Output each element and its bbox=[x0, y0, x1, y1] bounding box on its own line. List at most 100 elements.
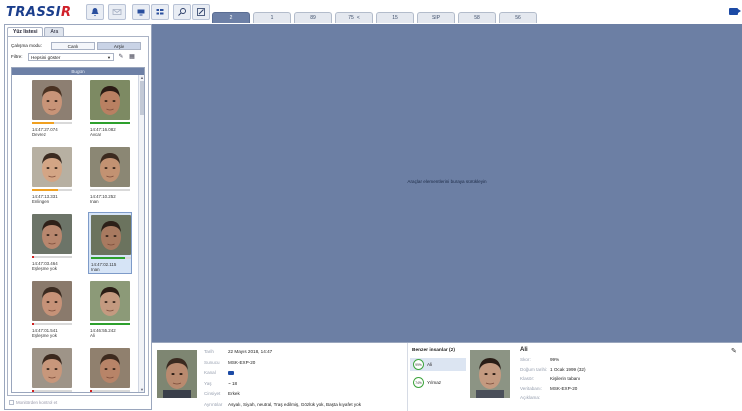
mode-row: Çalışma modu: Canlı Arşiv bbox=[11, 42, 145, 50]
match-score-bar bbox=[90, 189, 130, 191]
tab-label: 2 bbox=[229, 15, 233, 21]
person-name: Ali bbox=[520, 347, 528, 353]
similar-person-item[interactable]: 99% Ali bbox=[410, 358, 466, 371]
detail-label: Kanal bbox=[204, 370, 216, 375]
layout-icon bbox=[156, 9, 164, 15]
detail-label: Ayrıntılar bbox=[204, 401, 223, 407]
match-score-bar bbox=[32, 323, 72, 325]
match-score-bar bbox=[32, 189, 72, 191]
detected-face-thumbnail bbox=[157, 350, 197, 398]
face-name: Eşleşme yok bbox=[32, 333, 57, 338]
tab-channel-6[interactable]: 58 bbox=[458, 12, 496, 23]
search-button[interactable] bbox=[173, 4, 191, 20]
edit-button[interactable] bbox=[192, 4, 210, 20]
similar-person-item[interactable]: 74% Yılmaz bbox=[410, 376, 466, 389]
face-name: Devrez bbox=[32, 132, 46, 137]
tab-channel-2[interactable]: 89 bbox=[294, 12, 332, 23]
face-thumbnail bbox=[32, 80, 72, 120]
filter-value: Hepsini göster bbox=[31, 55, 61, 60]
mode-archive-button[interactable]: Arşiv bbox=[97, 42, 141, 50]
match-score-bar bbox=[91, 257, 131, 259]
edit-icon bbox=[197, 8, 205, 16]
scroll-thumb[interactable] bbox=[140, 81, 144, 115]
tab-label: 75 bbox=[348, 15, 354, 21]
face-card[interactable]: 14:46:55.242 Ali bbox=[88, 279, 132, 341]
similarity-ring: 99% bbox=[413, 359, 424, 370]
match-score-bar bbox=[90, 390, 130, 392]
filter-row: Filtre: Hepsini göster ▼ ✎ ▦ bbox=[11, 53, 145, 61]
camera-icon bbox=[228, 370, 234, 375]
tab-channel-0[interactable]: 2 bbox=[212, 12, 250, 23]
person-detail-label: Veritabanı: bbox=[520, 385, 542, 391]
face-card[interactable]: 14:47:27.074 Devrez bbox=[30, 78, 74, 140]
mode-live-button[interactable]: Canlı bbox=[51, 42, 95, 50]
messages-button[interactable] bbox=[108, 4, 126, 20]
pencil-icon[interactable]: ✎ bbox=[117, 53, 125, 61]
similar-person-name: Ali bbox=[427, 362, 433, 367]
notifications-button[interactable] bbox=[86, 4, 104, 20]
detail-label: Yaş bbox=[204, 380, 212, 386]
detail-label: Sunucu bbox=[204, 359, 220, 365]
tab-face-list[interactable]: Yüz listesi bbox=[7, 27, 44, 36]
checkbox-box[interactable] bbox=[9, 400, 14, 405]
face-card[interactable]: 14:47:10.252 Inan bbox=[88, 145, 132, 207]
person-detail-value: 99% bbox=[550, 357, 560, 362]
main-view-area[interactable]: Araçlar elementlerini buraya sürükleyin bbox=[152, 24, 742, 342]
tab-channel-5[interactable]: SIP bbox=[417, 12, 455, 23]
match-score-bar bbox=[32, 122, 72, 124]
tab-label: 56 bbox=[515, 15, 521, 21]
tab-search[interactable]: Ara bbox=[44, 27, 65, 36]
face-thumbnail bbox=[90, 348, 130, 388]
person-detail-value: Kişilerin tabanı bbox=[550, 376, 581, 381]
match-score-bar bbox=[32, 390, 72, 392]
screen-icon bbox=[137, 9, 145, 16]
detail-label: Cinsiyet bbox=[204, 391, 221, 396]
tab-label: 89 bbox=[310, 15, 316, 21]
tab-channel-4[interactable]: 15 bbox=[376, 12, 414, 23]
tab-channel-3[interactable]: 75 < bbox=[335, 12, 373, 23]
filter-label: Filtre: bbox=[11, 54, 23, 59]
match-score-bar bbox=[90, 122, 130, 124]
detail-value: Erkek bbox=[228, 391, 240, 396]
face-thumbnail bbox=[32, 348, 72, 388]
face-thumbnail bbox=[32, 147, 72, 187]
monitor-control-checkbox[interactable]: Monitörden kontrol et bbox=[9, 400, 57, 405]
pencil-icon[interactable]: ✎ bbox=[731, 348, 739, 356]
face-card[interactable] bbox=[30, 346, 74, 392]
similar-people-panel: Benzer insanlar (2) 99% Ali 74% Yılmaz bbox=[407, 343, 467, 411]
list-scrollbar[interactable]: ▲ ▼ bbox=[138, 75, 144, 392]
person-detail-value: 1 Ocak 1999 (32) bbox=[550, 366, 586, 372]
bell-icon bbox=[91, 8, 99, 17]
scroll-up-icon[interactable]: ▲ bbox=[139, 75, 144, 80]
similar-people-title: Benzer insanlar (2) bbox=[412, 348, 455, 353]
camera-icon[interactable] bbox=[729, 8, 741, 15]
similarity-ring: 74% bbox=[413, 377, 424, 388]
face-card[interactable]: 14:47:03.464 Eşleşme yok bbox=[30, 212, 74, 274]
scroll-down-icon[interactable]: ▼ bbox=[139, 387, 144, 392]
face-card[interactable]: 14:47:16.082 Avcar bbox=[88, 78, 132, 140]
face-card[interactable]: 14:47:13.331 Enlingen bbox=[30, 145, 74, 207]
face-card[interactable]: 14:47:02.115 Inan bbox=[88, 212, 132, 274]
layout-button[interactable] bbox=[151, 4, 169, 20]
calendar-icon[interactable]: ▦ bbox=[128, 53, 136, 61]
face-card[interactable]: 14:47:01.541 Eşleşme yok bbox=[30, 279, 74, 341]
person-detail-label: Açıklama: bbox=[520, 395, 541, 400]
face-name: Enlingen bbox=[32, 199, 50, 204]
tab-label: 15 bbox=[392, 15, 398, 21]
search-icon bbox=[178, 8, 186, 16]
tab-label: 1 bbox=[270, 15, 274, 21]
face-card[interactable] bbox=[88, 346, 132, 392]
tab-label: 58 bbox=[474, 15, 480, 21]
face-name: Avcar bbox=[90, 132, 102, 137]
filter-select[interactable]: Hepsini göster ▼ bbox=[28, 53, 114, 61]
drop-hint-text: Araçlar elementlerini buraya sürükleyin bbox=[407, 179, 487, 184]
face-thumbnail bbox=[32, 214, 72, 254]
screen-button[interactable] bbox=[132, 4, 150, 20]
tab-channel-7[interactable]: 56 bbox=[499, 12, 537, 23]
detail-value: Asyalı, Siyah, neutral, Traş edilmiş, Gö… bbox=[228, 401, 362, 407]
top-toolbar: TRASSIR 2 1 89 75 <15 SIP 58 56 bbox=[0, 0, 742, 24]
monitor-control-label: Monitörden kontrol et bbox=[16, 400, 58, 405]
tab-channel-1[interactable]: 1 bbox=[253, 12, 291, 23]
face-name: Inan bbox=[90, 199, 99, 204]
list-date-header: Bugün bbox=[12, 68, 144, 75]
